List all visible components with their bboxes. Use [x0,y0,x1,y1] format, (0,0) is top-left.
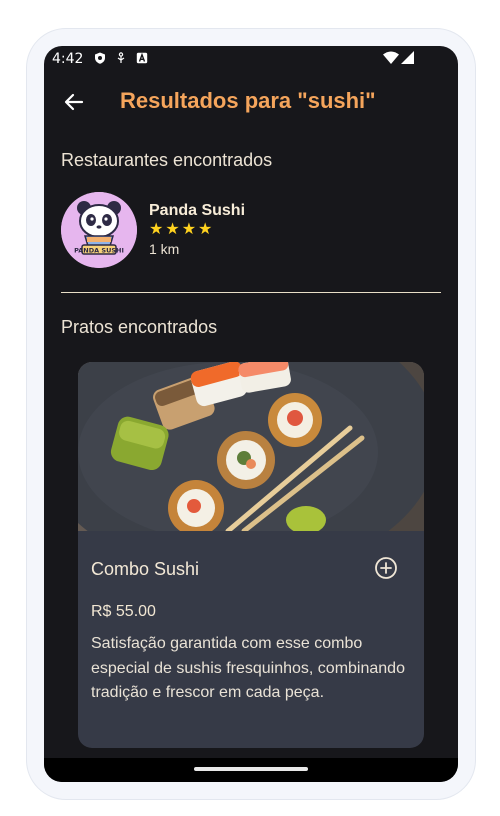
plus-circle-icon[interactable] [374,556,398,580]
star-icon: ★ [149,221,164,238]
signal-icon [401,51,414,64]
shield-icon [95,52,105,64]
arrow-left-icon[interactable] [62,90,86,114]
usb-debug-icon [117,52,125,63]
wifi-icon [383,51,399,64]
system-nav-bar [44,758,458,782]
panda-logo-icon: PANDA SUSHI [61,192,137,268]
dish-price: R$ 55.00 [91,603,156,620]
restaurant-logo: PANDA SUSHI [61,192,137,268]
home-indicator[interactable] [194,767,308,771]
star-icon: ★ [198,221,213,238]
restaurants-section-label: Restaurantes encontrados [61,150,273,170]
app-bar: Resultados para "sushi" [44,82,458,122]
status-time: 4:42 [52,51,84,67]
section-divider [61,292,441,293]
restaurant-card-panda-sushi[interactable]: PANDA SUSHI Panda Sushi ★ ★ ★ ★ 1 km [61,191,321,269]
dish-photo [78,362,424,531]
dish-name: Combo Sushi [91,559,200,579]
dishes-section-label: Pratos encontrados [61,317,218,337]
page-title: Resultados para "sushi" [120,88,376,113]
phone-screen: 4:42 Resultados para "sushi" Restaurante… [44,46,458,782]
restaurant-distance: 1 km [149,241,180,257]
star-icon: ★ [165,221,180,238]
star-icon: ★ [181,221,197,238]
app-a-icon [136,52,148,64]
logo-text: PANDA SUSHI [74,247,124,255]
dish-description: Satisfação garantida com esse combo espe… [91,635,405,701]
restaurant-name: Panda Sushi [149,202,246,219]
status-bar: 4:42 [44,46,458,72]
rating-stars: ★ ★ ★ ★ [149,222,212,238]
dish-card-combo-sushi[interactable]: Combo Sushi R$ 55.00 Satisfação garantid… [78,362,424,748]
